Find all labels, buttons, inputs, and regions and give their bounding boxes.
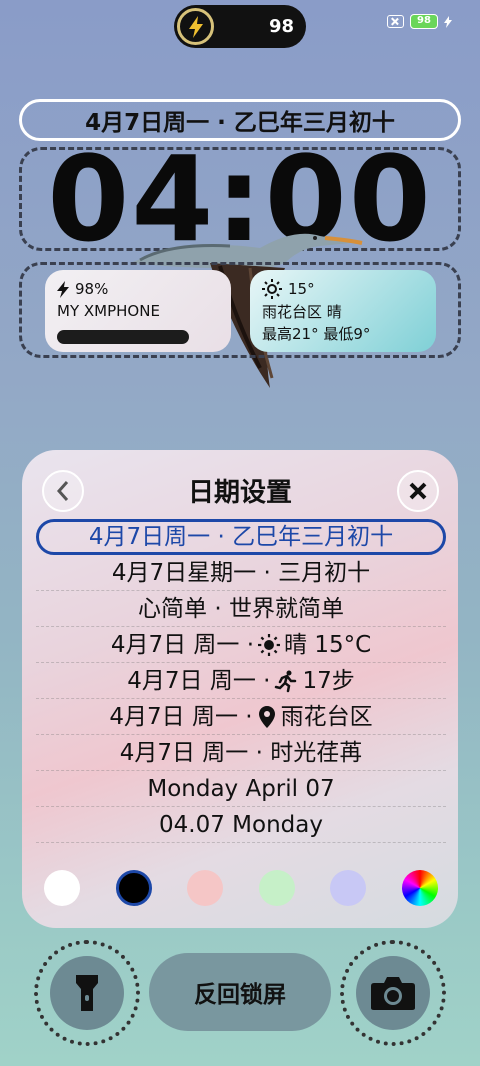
no-sim-icon <box>387 15 404 28</box>
charging-bolt-icon <box>444 15 452 28</box>
date-option-english-short[interactable]: 04.07 Monday <box>36 807 446 843</box>
color-swatch-green[interactable] <box>258 870 295 906</box>
phone-widget[interactable]: 98% MY XMPHONE <box>45 270 231 352</box>
pill-value: 98 <box>268 16 294 37</box>
camera-icon <box>371 977 415 1010</box>
phone-name: MY XMPHONE <box>57 302 160 320</box>
phone-battery: 98% <box>75 280 109 298</box>
color-swatch-lavender[interactable] <box>330 870 367 906</box>
weather-location: 雨花台区 晴 <box>262 302 342 321</box>
date-option-weekday-lunar[interactable]: 4月7日星期一 · 三月初十 <box>36 555 446 591</box>
camera-button[interactable] <box>340 940 446 1046</box>
weather-range: 最高21° 最低9° <box>262 324 371 343</box>
charging-indicator <box>177 8 214 45</box>
color-swatch-black[interactable] <box>115 870 152 906</box>
color-swatches <box>44 870 438 906</box>
close-button[interactable] <box>397 470 439 512</box>
location-pin-icon <box>258 705 275 728</box>
weather-widget[interactable]: 15° 雨花台区 晴 最高21° 最低9° <box>250 270 436 352</box>
color-swatch-rainbow[interactable] <box>401 870 438 906</box>
bolt-icon <box>188 15 203 38</box>
date-option-motto[interactable]: 心简单 · 世界就简单 <box>36 591 446 627</box>
return-lock-button[interactable]: 反回锁屏 <box>149 953 331 1031</box>
flashlight-button[interactable] <box>34 940 140 1046</box>
panel-title: 日期设置 <box>187 478 292 508</box>
sun-icon <box>262 279 282 299</box>
running-icon <box>275 670 297 692</box>
date-option-location[interactable]: 4月7日 周一 · 雨花台区 <box>36 699 446 735</box>
sun-icon <box>258 633 281 656</box>
color-swatch-white[interactable] <box>44 870 80 906</box>
date-format-list: 4月7日周一 · 乙巳年三月初十 4月7日星期一 · 三月初十 心简单 · 世界… <box>36 519 446 843</box>
flashlight-icon <box>76 975 98 1011</box>
battery-indicator: 98 <box>410 14 438 29</box>
bolt-icon <box>57 280 69 298</box>
date-option-weather[interactable]: 4月7日 周一 · 晴 15°C <box>36 627 446 663</box>
battery-progress-bar <box>57 330 189 344</box>
date-settings-panel: 日期设置 4月7日周一 · 乙巳年三月初十 4月7日星期一 · 三月初十 心简单… <box>22 450 458 928</box>
color-swatch-pink[interactable] <box>187 870 224 906</box>
date-option-quote[interactable]: 4月7日 周一 · 时光荏苒 <box>36 735 446 771</box>
status-icons: 98 <box>387 14 452 29</box>
date-option-english-long[interactable]: Monday April 07 <box>36 771 446 807</box>
date-option-steps[interactable]: 4月7日 周一 · 17步 <box>36 663 446 699</box>
weather-temp: 15° <box>288 280 315 298</box>
status-pill: 98 <box>174 5 306 48</box>
date-option-lunar[interactable]: 4月7日周一 · 乙巳年三月初十 <box>36 519 446 555</box>
close-icon <box>409 482 427 500</box>
